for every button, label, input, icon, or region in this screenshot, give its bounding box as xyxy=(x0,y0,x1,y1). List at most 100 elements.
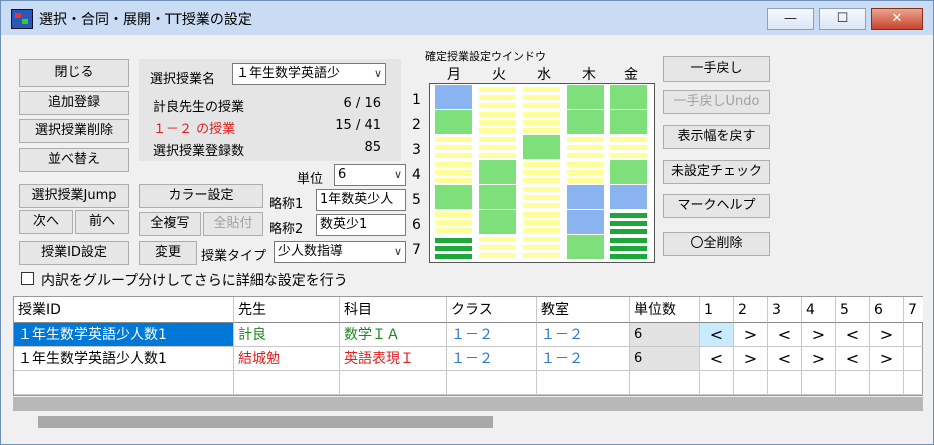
sort-button[interactable]: 並べ替え xyxy=(19,148,129,172)
table-cell-mark[interactable]: < xyxy=(836,323,870,347)
table-cell-empty[interactable] xyxy=(836,371,870,395)
grid-cell[interactable] xyxy=(567,210,604,234)
unset-check-button[interactable]: 未設定チェック xyxy=(663,160,770,184)
grid-cell[interactable] xyxy=(435,110,472,134)
grid-cell[interactable] xyxy=(610,110,647,134)
table-cell-mark[interactable]: < xyxy=(768,323,802,347)
table-cell-empty[interactable] xyxy=(904,371,923,395)
table-cell-class[interactable]: １－２ xyxy=(447,347,537,371)
table-cell-mark[interactable]: > xyxy=(734,347,768,371)
undo-button[interactable]: 一手戻し xyxy=(663,56,770,82)
jump-button[interactable]: 選択授業Jump xyxy=(19,184,129,208)
column-header[interactable]: 1 xyxy=(700,297,734,323)
table-cell-mark[interactable]: < xyxy=(836,347,870,371)
class-id-setting-button[interactable]: 授業ID設定 xyxy=(19,241,129,265)
grid-cell[interactable] xyxy=(479,185,516,209)
grid-cell[interactable] xyxy=(479,210,516,234)
grid-cell[interactable] xyxy=(610,185,647,209)
abbr2-label: 略称2 xyxy=(269,222,304,237)
grid-cell[interactable] xyxy=(567,85,604,109)
column-header[interactable]: 単位数 xyxy=(630,297,700,323)
grid-cell[interactable] xyxy=(610,85,647,109)
table-cell-empty[interactable] xyxy=(802,371,836,395)
table-cell-room[interactable]: １－２ xyxy=(537,347,630,371)
prev-button[interactable]: 前へ xyxy=(75,210,129,234)
table-cell-empty[interactable] xyxy=(768,371,802,395)
close-button[interactable]: 閉じる xyxy=(19,59,129,87)
table-cell-empty[interactable] xyxy=(630,371,700,395)
table-cell-mark[interactable]: < xyxy=(768,347,802,371)
unit-select[interactable]: 6 ∨ xyxy=(334,164,406,186)
table-cell-id[interactable]: １年生数学英語少人数1 xyxy=(14,347,234,371)
table-cell-mark[interactable]: > xyxy=(802,347,836,371)
column-header[interactable]: 4 xyxy=(802,297,836,323)
table-cell-class[interactable]: １－２ xyxy=(447,323,537,347)
maximize-button[interactable]: ☐ xyxy=(819,8,866,30)
delete-selected-button[interactable]: 選択授業削除 xyxy=(19,119,129,143)
timetable-grid[interactable] xyxy=(429,83,655,263)
table-cell-mark[interactable]: > xyxy=(802,323,836,347)
grid-cell[interactable] xyxy=(479,160,516,184)
table-cell-empty[interactable] xyxy=(870,371,904,395)
table-cell-mark[interactable]: > xyxy=(870,347,904,371)
column-header[interactable]: クラス xyxy=(447,297,537,323)
copy-all-button[interactable]: 全複写 xyxy=(139,212,201,236)
horizontal-scrollbar[interactable] xyxy=(13,411,923,433)
table-cell-empty[interactable] xyxy=(904,347,923,371)
column-header[interactable]: 先生 xyxy=(234,297,340,323)
delete-all-button[interactable]: 〇全削除 xyxy=(663,232,770,256)
table-cell-empty[interactable] xyxy=(340,371,447,395)
close-window-button[interactable]: ✕ xyxy=(871,8,923,30)
change-button[interactable]: 変更 xyxy=(139,241,197,265)
next-button[interactable]: 次へ xyxy=(19,210,73,234)
grid-cell[interactable] xyxy=(567,185,604,209)
column-header[interactable]: 科目 xyxy=(340,297,447,323)
table-cell-empty[interactable] xyxy=(447,371,537,395)
grid-cell[interactable] xyxy=(523,135,560,159)
grid-cell[interactable] xyxy=(435,185,472,209)
table-cell-mark[interactable]: > xyxy=(734,323,768,347)
grid-cell[interactable] xyxy=(610,160,647,184)
table-cell-empty[interactable] xyxy=(14,371,234,395)
reset-width-button[interactable]: 表示幅を戻す xyxy=(663,125,770,149)
table-cell-empty[interactable] xyxy=(700,371,734,395)
undo-undo-button[interactable]: 一手戻しUndo xyxy=(663,90,770,114)
table-cell-subject[interactable]: 数学ＩＡ xyxy=(340,323,447,347)
table-cell-room[interactable]: １－２ xyxy=(537,323,630,347)
table-cell-units[interactable]: 6 xyxy=(630,323,700,347)
column-header[interactable]: 2 xyxy=(734,297,768,323)
table-cell-teacher[interactable]: 計良 xyxy=(234,323,340,347)
column-header[interactable]: 教室 xyxy=(537,297,630,323)
minimize-button[interactable]: — xyxy=(767,8,814,30)
paste-all-button[interactable]: 全貼付 xyxy=(203,212,263,236)
grid-cell[interactable] xyxy=(435,85,472,109)
abbr2-input[interactable]: 数英少1 xyxy=(316,214,406,236)
table-cell-mark[interactable]: < xyxy=(700,347,734,371)
mark-help-button[interactable]: マークヘルプ xyxy=(663,194,770,218)
table-cell-subject[interactable]: 英語表現Ｉ xyxy=(340,347,447,371)
column-header[interactable]: 5 xyxy=(836,297,870,323)
grid-cell[interactable] xyxy=(567,110,604,134)
table-cell-empty[interactable] xyxy=(537,371,630,395)
selected-class-select[interactable]: １年生数学英語少 ∨ xyxy=(232,63,386,85)
table-cell-mark[interactable]: > xyxy=(870,323,904,347)
column-header[interactable]: 6 xyxy=(870,297,904,323)
class-type-select[interactable]: 少人数指導 ∨ xyxy=(274,241,406,263)
table-cell-empty[interactable] xyxy=(904,323,923,347)
column-header[interactable]: 3 xyxy=(768,297,802,323)
table-cell-teacher[interactable]: 結城勉 xyxy=(234,347,340,371)
table-cell-empty[interactable] xyxy=(734,371,768,395)
color-setting-button[interactable]: カラー設定 xyxy=(139,184,263,208)
add-register-button[interactable]: 追加登録 xyxy=(19,91,129,115)
table-cell-units[interactable]: 6 xyxy=(630,347,700,371)
table-cell-mark[interactable]: < xyxy=(700,323,734,347)
group-detail-checkbox[interactable] xyxy=(21,272,34,285)
table-cell-empty[interactable] xyxy=(234,371,340,395)
scrollbar-thumb[interactable] xyxy=(38,416,493,428)
abbr1-input[interactable]: 1年数英少人 xyxy=(316,189,406,211)
table-cell-id[interactable]: １年生数学英語少人数1 xyxy=(14,323,234,347)
grid-cell[interactable] xyxy=(567,235,604,259)
column-header[interactable]: 授業ID xyxy=(14,297,234,323)
column-header[interactable]: 7 xyxy=(904,297,923,323)
title-bar[interactable]: 選択・合同・展開・TT授業の設定 — ☐ ✕ xyxy=(1,1,933,35)
